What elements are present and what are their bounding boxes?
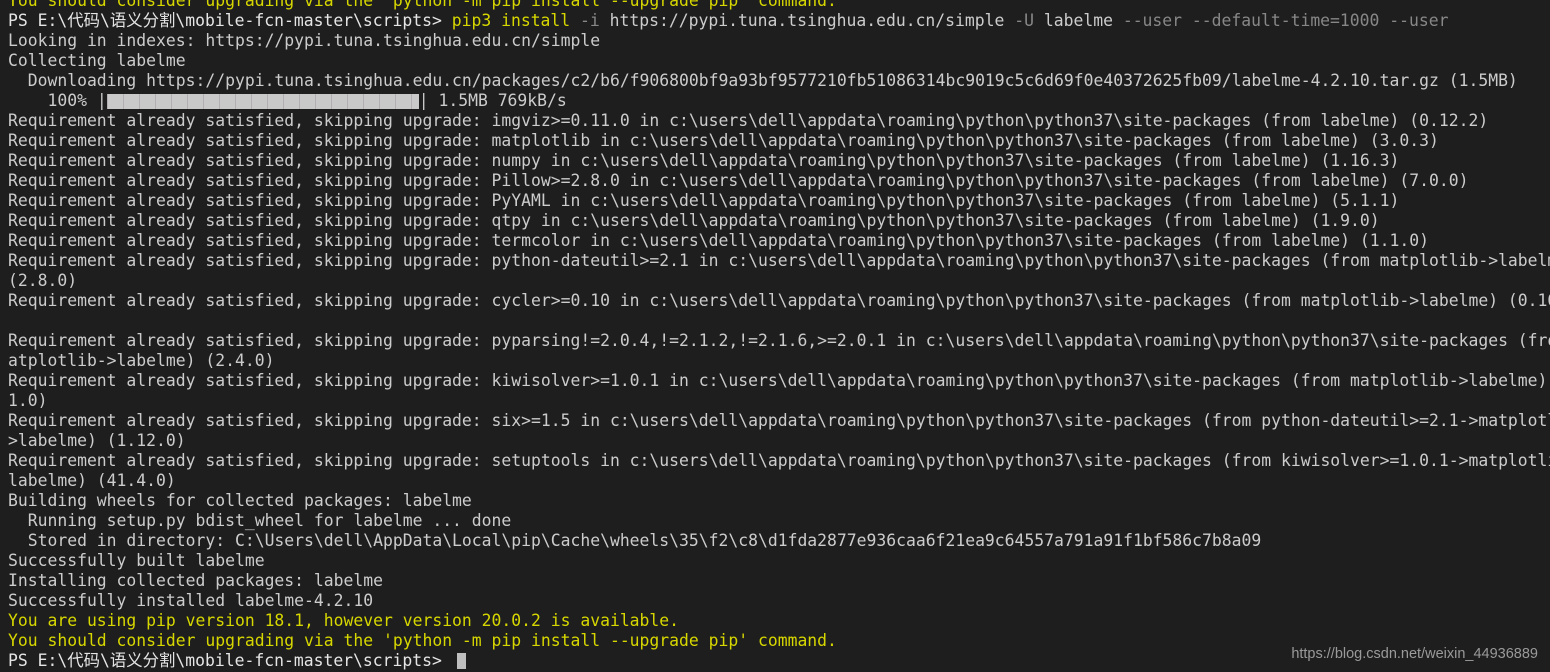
output-text: Requirement already satisfied, skipping … xyxy=(8,451,1550,470)
warning-text: You should consider upgrading via the 'p… xyxy=(8,631,837,650)
prompt-path: E:\代码\语义分割\mobile-fcn-master\scripts xyxy=(37,11,432,30)
progress-space-2 xyxy=(429,91,439,110)
output-line-downloading: Downloading https://pypi.tuna.tsinghua.e… xyxy=(8,71,1550,91)
progress-speed: 769kB/s xyxy=(497,91,567,110)
output-text: Requirement already satisfied, skipping … xyxy=(8,411,1550,430)
output-text: Building wheels for collected packages: … xyxy=(8,491,472,510)
output-text: Requirement already satisfied, skipping … xyxy=(8,151,1400,170)
output-line: Requirement already satisfied, skipping … xyxy=(8,331,1550,351)
prompt-path: E:\代码\语义分割\mobile-fcn-master\scripts xyxy=(37,651,432,670)
output-text: Successfully built labelme xyxy=(8,551,265,570)
command-package: labelme xyxy=(1043,11,1113,30)
command-index-url: https://pypi.tuna.tsinghua.edu.cn/simple xyxy=(609,11,1005,30)
output-text: labelme) (41.4.0) xyxy=(8,471,176,490)
output-text: >labelme) (1.12.0) xyxy=(8,431,186,450)
output-line: Installing collected packages: labelme xyxy=(8,571,1550,591)
command-index-flag: -i xyxy=(570,11,610,30)
output-line: Requirement already satisfied, skipping … xyxy=(8,231,1550,251)
output-text: 1.0) xyxy=(8,391,48,410)
output-line-wrap: atplotlib->labelme) (2.4.0) xyxy=(8,351,1550,371)
progress-left-bracket: | xyxy=(96,91,107,110)
output-line: Requirement already satisfied, skipping … xyxy=(8,131,1550,151)
output-line: Successfully built labelme xyxy=(8,551,1550,571)
output-text: Requirement already satisfied, skipping … xyxy=(8,211,1380,230)
output-line: Looking in indexes: https://pypi.tuna.ts… xyxy=(8,31,1550,51)
output-text: atplotlib->labelme) (2.4.0) xyxy=(8,351,275,370)
output-text: Requirement already satisfied, skipping … xyxy=(8,231,1429,250)
output-text: Requirement already satisfied, skipping … xyxy=(8,171,1469,190)
output-line: Requirement already satisfied, skipping … xyxy=(8,171,1550,191)
output-text: Requirement already satisfied, skipping … xyxy=(8,191,1400,210)
output-text: Requirement already satisfied, skipping … xyxy=(8,331,1550,350)
output-line: Building wheels for collected packages: … xyxy=(8,491,1550,511)
warning-text: You are using pip version 18.1, however … xyxy=(8,611,680,630)
output-line: Requirement already satisfied, skipping … xyxy=(8,451,1550,471)
output-text: Stored in directory: C:\Users\dell\AppDa… xyxy=(8,531,1262,550)
output-text: Requirement already satisfied, skipping … xyxy=(8,291,1550,310)
progress-space-3 xyxy=(488,91,498,110)
output-text: (2.8.0) xyxy=(8,271,78,290)
output-text: Requirement already satisfied, skipping … xyxy=(8,111,1489,130)
progress-percent: 100% xyxy=(47,91,87,110)
output-line: Requirement already satisfied, skipping … xyxy=(8,411,1550,431)
output-line-stored-dir: Stored in directory: C:\Users\dell\AppDa… xyxy=(8,531,1550,551)
output-line-success: Successfully installed labelme-4.2.10 xyxy=(8,591,1550,611)
output-line-wrap: >labelme) (1.12.0) xyxy=(8,431,1550,451)
progress-bar-fill xyxy=(106,94,419,109)
output-line: Requirement already satisfied, skipping … xyxy=(8,371,1550,391)
output-line: Collecting labelme xyxy=(8,51,1550,71)
output-text: Looking in indexes: https://pypi.tuna.ts… xyxy=(8,31,601,50)
warning-line-version: You are using pip version 18.1, however … xyxy=(8,611,1550,631)
prompt-ps-label: PS xyxy=(8,651,38,670)
command-upgrade-flag: -U xyxy=(1004,11,1044,30)
output-line: Requirement already satisfied, skipping … xyxy=(8,151,1550,171)
terminal-window[interactable]: You should consider upgrading via the 'p… xyxy=(0,0,1550,672)
prompt-ps-label: PS xyxy=(8,11,38,30)
output-blank-line xyxy=(8,311,1550,331)
prompt-caret: > xyxy=(432,651,452,670)
command-program: pip3 install xyxy=(451,11,571,30)
output-text: Requirement already satisfied, skipping … xyxy=(8,131,1439,150)
output-line: Running setup.py bdist_wheel for labelme… xyxy=(8,511,1550,531)
output-line-wrap: labelme) (41.4.0) xyxy=(8,471,1550,491)
progress-size: 1.5MB xyxy=(438,91,488,110)
output-line: Requirement already satisfied, skipping … xyxy=(8,191,1550,211)
text-cursor[interactable] xyxy=(456,653,466,669)
scrollback-partial-text: You should consider upgrading via the 'p… xyxy=(8,0,837,10)
output-text: Installing collected packages: labelme xyxy=(8,571,383,590)
output-text: Requirement already satisfied, skipping … xyxy=(8,251,1550,270)
output-line: Requirement already satisfied, skipping … xyxy=(8,251,1550,271)
prompt-caret: > xyxy=(432,11,452,30)
progress-indent xyxy=(8,91,47,110)
output-line: Requirement already satisfied, skipping … xyxy=(8,211,1550,231)
output-text: Requirement already satisfied, skipping … xyxy=(8,371,1550,390)
output-text: Successfully installed labelme-4.2.10 xyxy=(8,591,374,610)
output-line-wrap: (2.8.0) xyxy=(8,271,1550,291)
output-text: Collecting labelme xyxy=(8,51,186,70)
watermark-url: https://blog.csdn.net/weixin_44936889 xyxy=(1291,646,1538,662)
output-line: Requirement already satisfied, skipping … xyxy=(8,291,1550,311)
output-line-wrap: 1.0) xyxy=(8,391,1550,411)
progress-right-bracket: | xyxy=(418,91,429,110)
download-progress-line: 100% | | 1.5MB 769kB/s xyxy=(8,91,1550,111)
output-line: Requirement already satisfied, skipping … xyxy=(8,111,1550,131)
command-prompt-line[interactable]: PS E:\代码\语义分割\mobile-fcn-master\scripts>… xyxy=(8,11,1550,31)
progress-space-1 xyxy=(87,91,97,110)
output-text: Running setup.py bdist_wheel for labelme… xyxy=(8,511,512,530)
scrollback-partial-line: You should consider upgrading via the 'p… xyxy=(8,0,1550,11)
output-text: Downloading https://pypi.tuna.tsinghua.e… xyxy=(8,71,1518,90)
command-trailing-flags: --user --default-time=1000 --user xyxy=(1112,11,1449,30)
